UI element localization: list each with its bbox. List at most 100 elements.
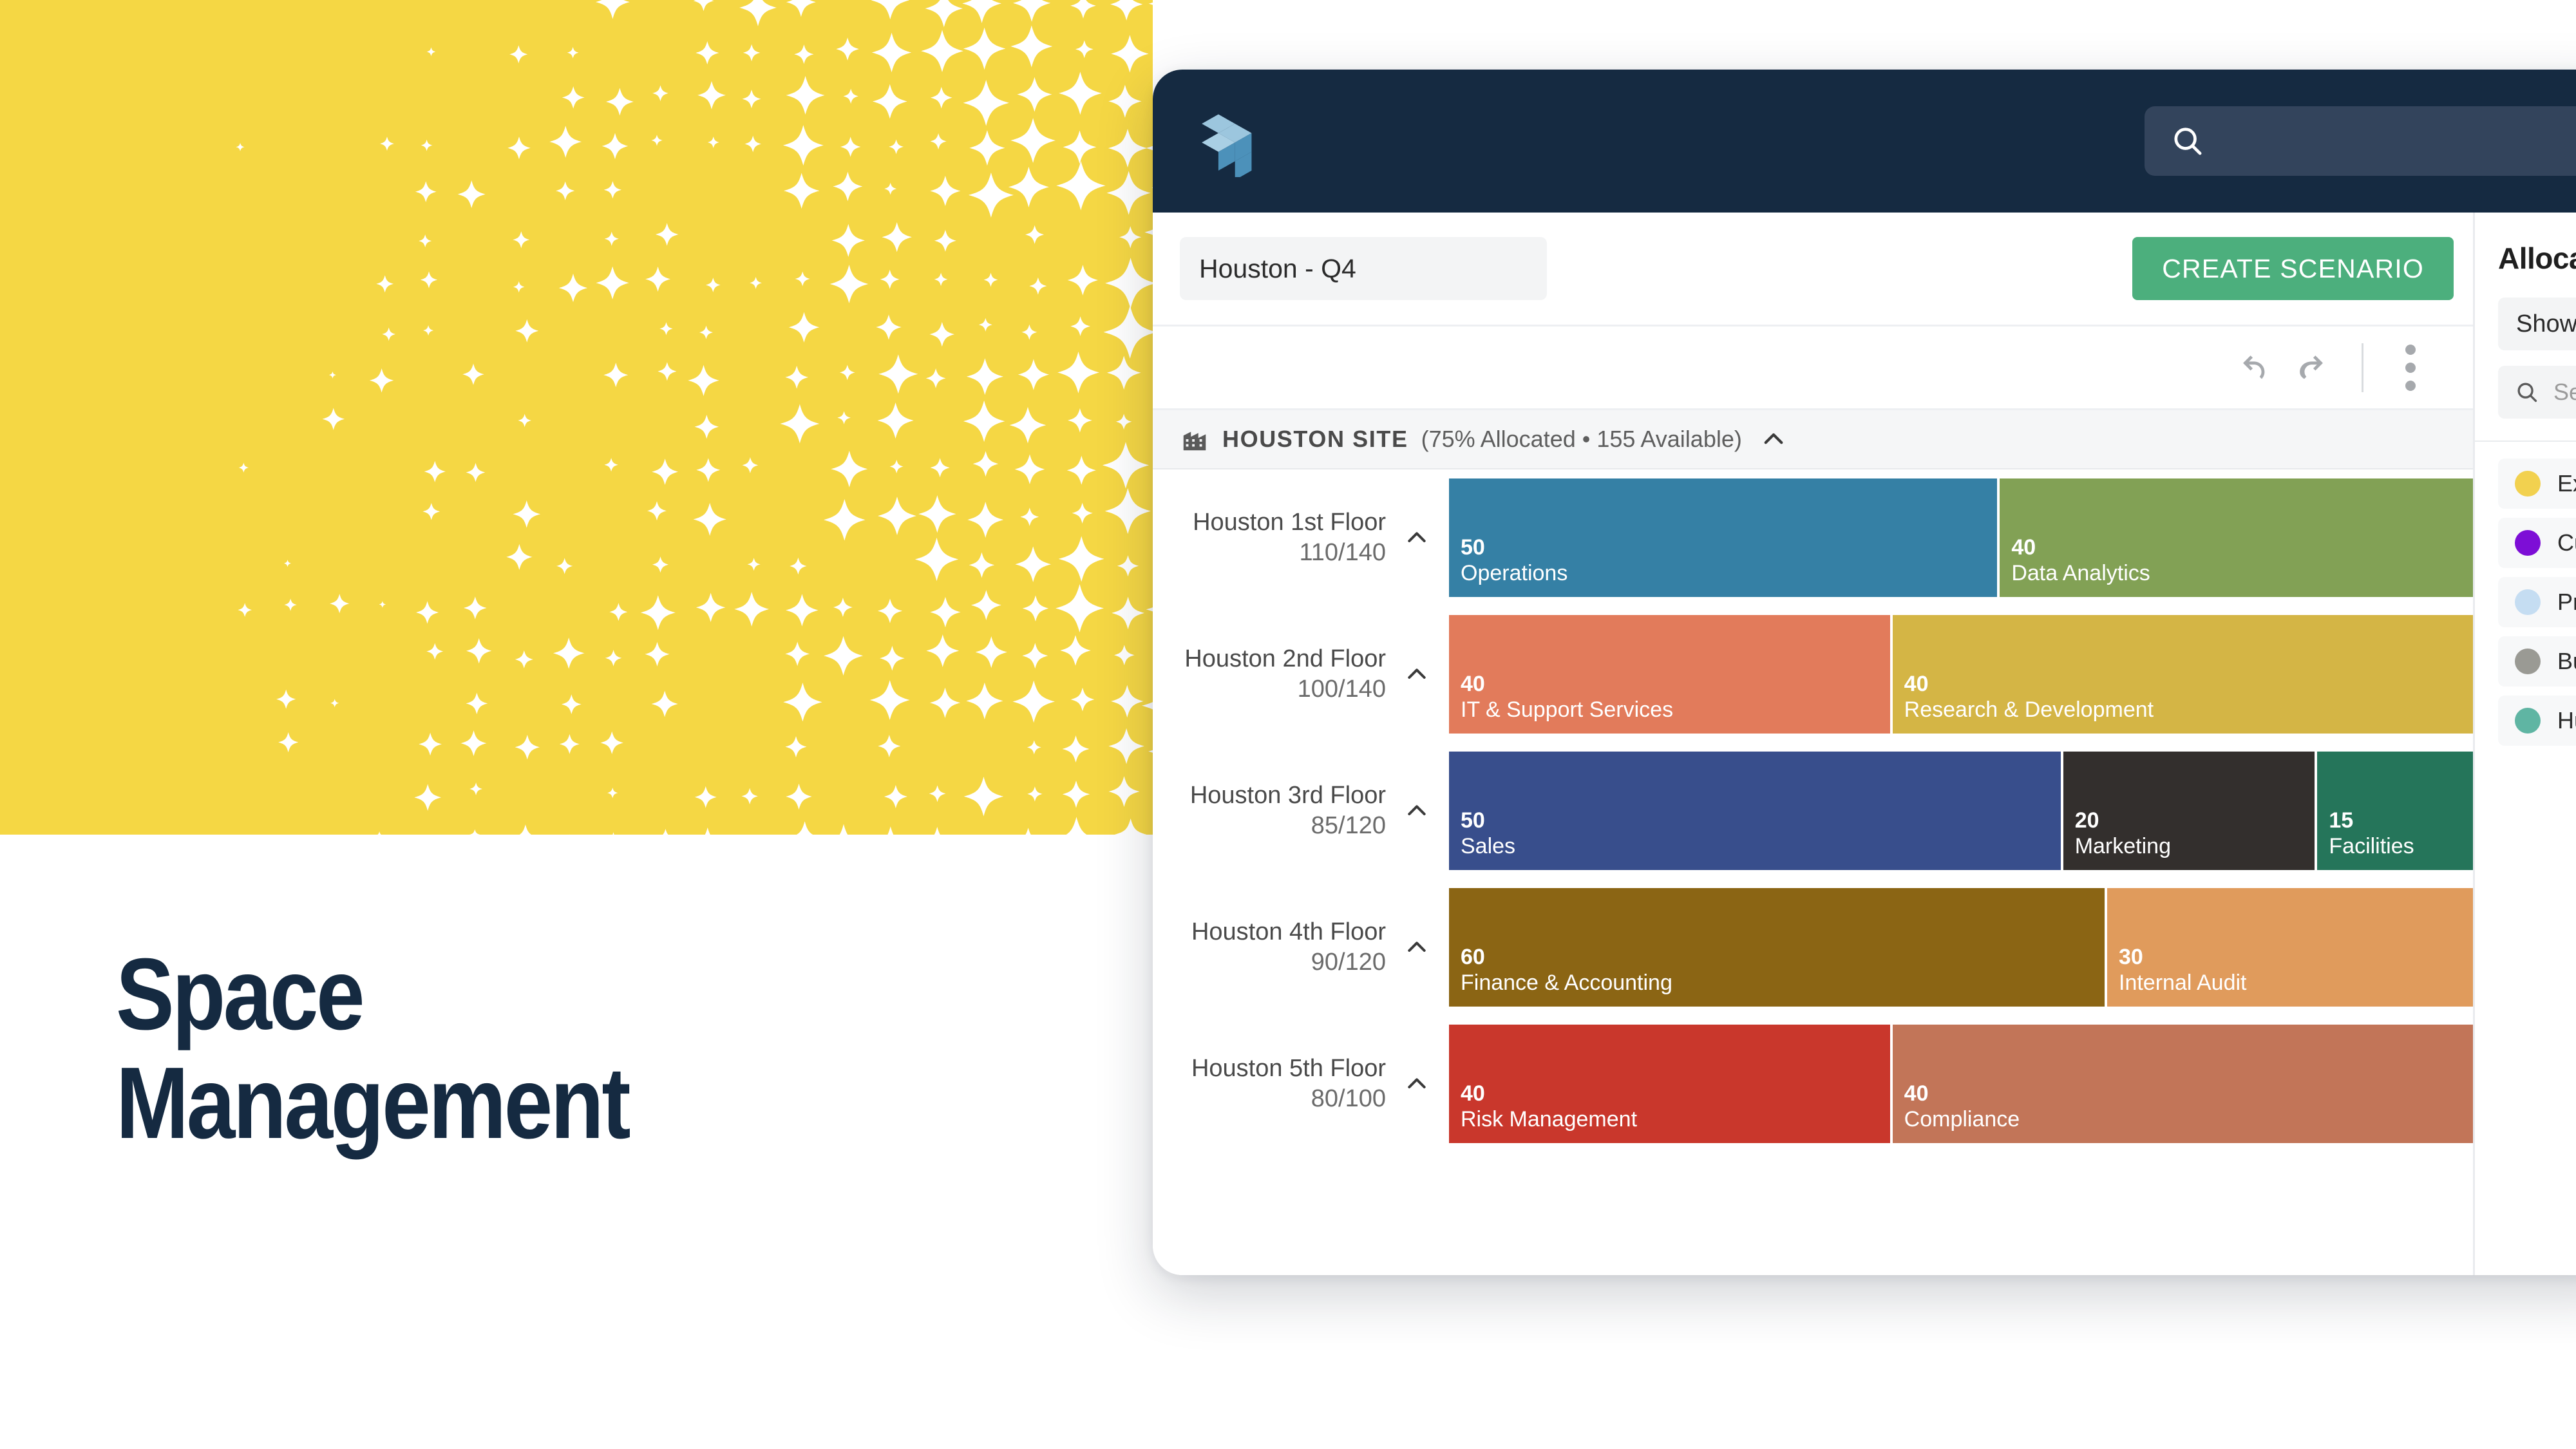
allocation-segment-value: 40: [1904, 672, 1929, 697]
department-search-input[interactable]: [2553, 379, 2576, 406]
chevron-up-icon[interactable]: [1759, 424, 1788, 454]
allocation-segment[interactable]: 60 Finance & Accounting: [1449, 888, 2105, 1007]
floor-allocation-bar: 40 IT & Support Services 40 Research & Deve…: [1449, 606, 2473, 743]
legend-color-dot: [2515, 708, 2541, 734]
floor-name: Houston 2nd Floor: [1184, 645, 1386, 672]
allocation-segment[interactable]: 40 Data Analytics: [2000, 478, 2473, 597]
app-body: Houston - Q4 CREATE SCENARIO HOUSTON SIT…: [1153, 213, 2576, 1275]
legend-item[interactable]: Customer Success: [2498, 518, 2576, 568]
legend-label: Procurement: [2557, 589, 2576, 615]
allocations-title: Allocations: [2498, 242, 2576, 275]
redo-button[interactable]: [2283, 338, 2342, 397]
department-legend: Executive Customer Success Procurement Busi…: [2498, 442, 2576, 746]
create-scenario-button[interactable]: CREATE SCENARIO: [2132, 237, 2454, 300]
allocation-segment-label: IT & Support Services: [1461, 697, 1674, 723]
floor-row: Houston 1st Floor 110/140 50 Operations 40 Da…: [1153, 469, 2473, 606]
floor-name: Houston 4th Floor: [1191, 918, 1386, 945]
site-name: HOUSTON SITE: [1222, 426, 1408, 452]
allocation-segment[interactable]: 40 Risk Management: [1449, 1025, 1890, 1143]
legend-color-dot: [2515, 589, 2541, 615]
legend-color-dot: [2515, 530, 2541, 556]
allocation-segment-value: 40: [2011, 535, 2036, 560]
app-main-column: Houston - Q4 CREATE SCENARIO HOUSTON SIT…: [1153, 213, 2473, 1275]
floor-text: Houston 5th Floor 80/100: [1191, 1054, 1386, 1115]
kebab-dot: [2405, 380, 2416, 391]
allocation-segment-value: 40: [1461, 1081, 1485, 1106]
floor-name: Houston 5th Floor: [1191, 1054, 1386, 1082]
floor-capacity: 100/140: [1297, 676, 1386, 703]
chevron-up-icon[interactable]: [1403, 1070, 1431, 1098]
legend-label: Business Intelligence: [2557, 648, 2576, 674]
allocation-segment[interactable]: 30 Internal Audit: [2107, 888, 2473, 1007]
global-search[interactable]: [2145, 106, 2576, 176]
legend-item[interactable]: Human Resources: [2498, 696, 2576, 746]
toolbar-divider: [2362, 343, 2363, 392]
chevron-up-icon[interactable]: [1403, 797, 1431, 825]
allocation-segment-label: Operations: [1461, 561, 1568, 586]
hero-pattern-band: [0, 0, 1153, 835]
floor-text: Houston 3rd Floor 85/120: [1190, 781, 1386, 842]
undo-button[interactable]: [2224, 338, 2283, 397]
site-meta: (75% Allocated • 155 Available): [1421, 426, 1742, 452]
chevron-up-icon[interactable]: [1403, 524, 1431, 552]
allocation-segment[interactable]: 20 Marketing: [2063, 752, 2315, 870]
building-icon: [1180, 424, 1209, 454]
floor-label: Houston 2nd Floor 100/140: [1153, 606, 1449, 743]
floor-row: Houston 2nd Floor 100/140 40 IT & Support S…: [1153, 606, 2473, 743]
scenario-name-input[interactable]: Houston - Q4: [1180, 237, 1547, 300]
allocation-segment-label: Internal Audit: [2119, 971, 2247, 996]
legend-item[interactable]: Business Intelligence: [2498, 636, 2576, 687]
search-icon: [2170, 124, 2205, 158]
more-options-icon[interactable]: [2383, 338, 2438, 397]
legend-item[interactable]: Executive: [2498, 459, 2576, 509]
allocation-segment-value: 15: [2329, 808, 2354, 833]
floor-name: Houston 1st Floor: [1193, 508, 1386, 536]
allocation-segment-value: 40: [1904, 1081, 1929, 1106]
legend-color-dot: [2515, 471, 2541, 497]
chevron-up-icon[interactable]: [1403, 933, 1431, 961]
allocation-segment-label: Sales: [1461, 834, 1516, 859]
floor-allocation-bar: 60 Finance & Accounting 30 Internal Audit: [1449, 879, 2473, 1016]
floor-text: Houston 4th Floor 90/120: [1191, 917, 1386, 978]
allocation-segment-label: Research & Development: [1904, 697, 2154, 723]
editor-toolbar: [1153, 327, 2473, 410]
chevron-up-icon[interactable]: [1403, 660, 1431, 688]
floor-row: Houston 4th Floor 90/120 60 Finance & Accou…: [1153, 879, 2473, 1016]
floor-row: Houston 3rd Floor 85/120 50 Sales 20 Marketin…: [1153, 743, 2473, 879]
floor-label: Houston 3rd Floor 85/120: [1153, 743, 1449, 879]
allocation-segment-value: 60: [1461, 945, 1485, 970]
allocation-segment-value: 30: [2119, 945, 2143, 970]
site-header-row[interactable]: HOUSTON SITE (75% Allocated • 155 Availa…: [1153, 410, 2473, 469]
allocation-segment-label: Compliance: [1904, 1107, 2020, 1132]
allocation-segment[interactable]: 50 Sales: [1449, 752, 2061, 870]
legend-label: Customer Success: [2557, 529, 2576, 556]
legend-item[interactable]: Procurement: [2498, 577, 2576, 627]
scenario-row: Houston - Q4 CREATE SCENARIO: [1153, 213, 2473, 327]
app-top-bar: [1153, 70, 2576, 213]
floor-text: Houston 1st Floor 110/140: [1193, 507, 1386, 569]
page-title: Space Management: [116, 940, 631, 1158]
allocation-segment-value: 40: [1461, 672, 1485, 697]
allocation-segment-label: Risk Management: [1461, 1107, 1638, 1132]
allocation-segment[interactable]: 40 IT & Support Services: [1449, 615, 1890, 734]
showing-filter-pill[interactable]: Showing all departments: [2498, 298, 2576, 350]
allocations-panel-inner: Allocations Showing all departments Exec…: [2475, 213, 2576, 746]
floor-list: Houston 1st Floor 110/140 50 Operations 40 Da…: [1153, 469, 2473, 1275]
screenshot-root: Space Management Houston - Q4 CREATE SCE…: [0, 0, 2576, 1449]
allocation-segment[interactable]: 50 Operations: [1449, 478, 1998, 597]
app-window: Houston - Q4 CREATE SCENARIO HOUSTON SIT…: [1153, 70, 2576, 1275]
legend-label: Human Resources: [2557, 707, 2576, 734]
allocation-segment-value: 20: [2074, 808, 2099, 833]
legend-color-dot: [2515, 649, 2541, 674]
allocation-segment[interactable]: 40 Research & Development: [1892, 615, 2473, 734]
search-icon: [2515, 380, 2539, 404]
isometric-blocks-logo-icon[interactable]: [1189, 105, 1261, 177]
allocations-panel: Allocations Showing all departments Exec…: [2473, 213, 2576, 1275]
global-search-input[interactable]: [2222, 126, 2576, 156]
floor-capacity: 90/120: [1311, 949, 1386, 976]
allocation-segment[interactable]: 40 Compliance: [1892, 1025, 2473, 1143]
allocation-segment[interactable]: 15 Facilities: [2317, 752, 2473, 870]
allocation-segment-label: Marketing: [2074, 834, 2171, 859]
floor-row: Houston 5th Floor 80/100 40 Risk Management…: [1153, 1016, 2473, 1152]
department-search[interactable]: [2498, 366, 2576, 419]
